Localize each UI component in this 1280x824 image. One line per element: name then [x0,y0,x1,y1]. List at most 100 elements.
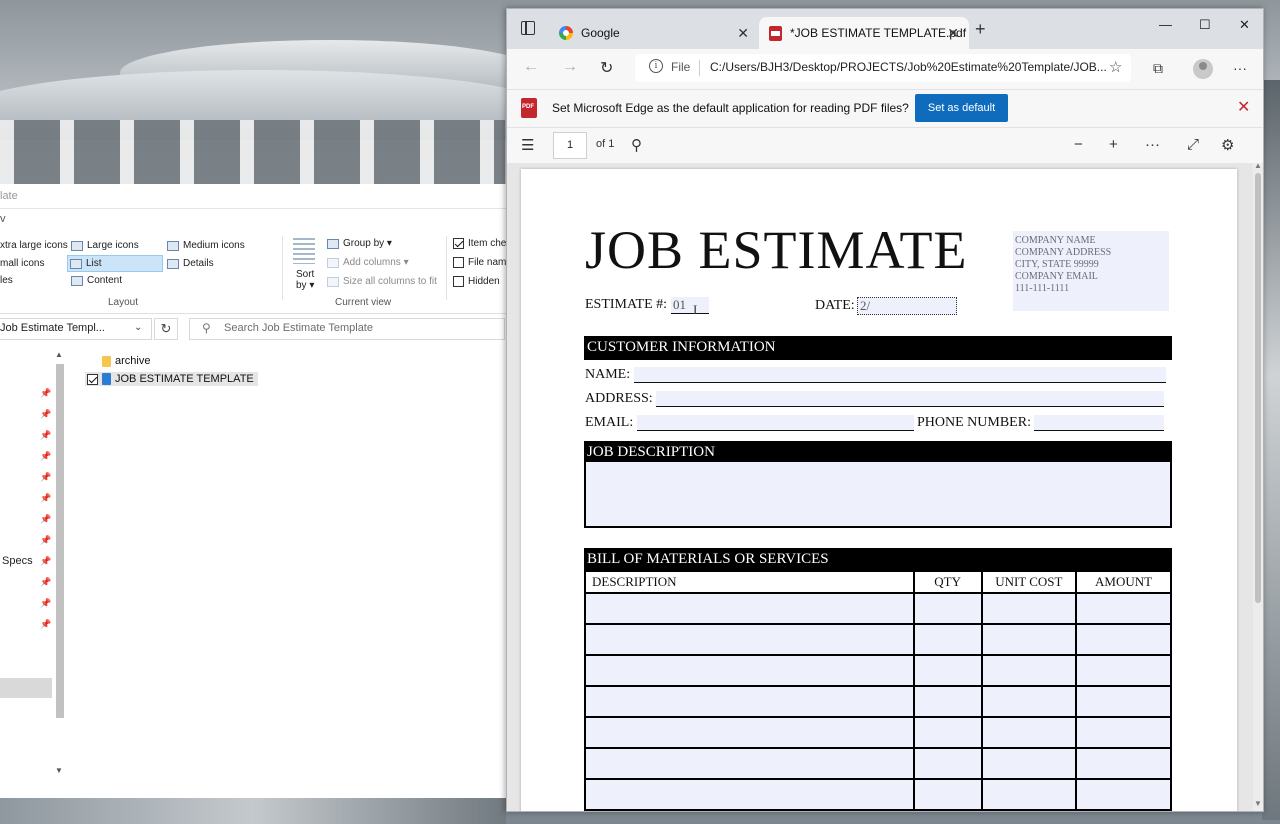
hidden-items-toggle[interactable]: Hidden [453,276,500,287]
item-checkboxes-toggle[interactable]: Item che [453,238,506,249]
scroll-down-icon[interactable]: ▼ [55,766,63,775]
layout-medium-icons[interactable]: Medium icons [167,240,245,251]
layout-extra-large-icons[interactable]: xtra large icons [0,240,68,251]
tab-google[interactable]: Google ✕ [547,17,759,49]
page-number-input[interactable]: 1 [553,132,587,159]
pin-icon[interactable]: 📌 [40,472,51,483]
amount-cell[interactable] [1075,592,1172,625]
maximize-icon[interactable]: ☐ [1199,17,1211,33]
more-tools-icon[interactable]: ··· [1145,136,1160,153]
estimate-number-field[interactable]: 01 [671,297,709,314]
zoom-out-icon[interactable]: − [1074,136,1083,153]
add-columns-button[interactable]: Add columns ▾ [327,257,409,268]
description-cell[interactable] [584,685,915,718]
item-checkboxes-checkbox[interactable] [453,238,464,249]
unit-cost-cell[interactable] [980,778,1078,811]
unit-cost-cell[interactable] [980,716,1078,749]
description-cell[interactable] [584,592,915,625]
pin-icon[interactable]: 📌 [40,514,51,525]
sort-by-label[interactable]: by ▾ [296,280,314,291]
description-cell[interactable] [584,623,915,656]
pdf-scrollbar-thumb[interactable] [1255,173,1261,603]
refresh-icon[interactable]: ↻ [600,58,613,78]
unit-cost-cell[interactable] [980,685,1078,718]
scroll-up-icon[interactable]: ▲ [1254,163,1262,170]
chevron-down-icon[interactable]: ⌄ [134,322,142,333]
close-window-icon[interactable]: ✕ [1239,17,1250,33]
pin-icon[interactable]: 📌 [40,619,51,630]
back-icon[interactable]: ← [523,58,539,76]
group-by-button[interactable]: Group by ▾ [327,238,392,249]
address-field[interactable] [656,391,1164,407]
company-info-field[interactable]: COMPANY NAME COMPANY ADDRESS CITY, STATE… [1013,231,1169,311]
size-columns-button[interactable]: Size all columns to fit [327,276,437,287]
description-cell[interactable] [584,654,915,687]
search-input[interactable]: ⚲ Search Job Estimate Template [189,318,505,340]
qty-cell[interactable] [912,654,983,687]
info-icon[interactable]: i [649,59,663,73]
pin-icon[interactable]: 📌 [40,451,51,462]
url-input[interactable]: i File C:/Users/BJH3/Desktop/PROJECTS/Jo… [635,54,1131,82]
tab-actions-icon[interactable] [521,21,535,35]
pin-icon[interactable]: 📌 [40,409,51,420]
sort-label[interactable]: Sort [296,269,314,280]
profile-avatar[interactable] [1193,59,1213,79]
amount-cell[interactable] [1075,747,1172,780]
file-name-extensions-toggle[interactable]: File nam [453,257,506,268]
qty-cell[interactable] [912,809,983,811]
pin-icon[interactable]: 📌 [40,577,51,588]
qty-cell[interactable] [912,778,983,811]
pin-icon[interactable]: 📌 [40,430,51,441]
more-options-icon[interactable]: ··· [1233,60,1247,76]
sort-icon[interactable] [293,238,315,264]
file-name-extensions-checkbox[interactable] [453,257,464,268]
minimize-icon[interactable]: — [1159,17,1172,32]
contents-list-icon[interactable]: ☰ [521,136,534,154]
job-description-field[interactable] [584,462,1172,528]
layout-list[interactable]: List [67,255,163,272]
layout-large-icons[interactable]: Large icons [71,240,139,251]
amount-cell[interactable] [1075,685,1172,718]
name-field[interactable] [634,367,1166,383]
layout-details[interactable]: Details [167,258,214,269]
amount-cell[interactable] [1075,716,1172,749]
qty-cell[interactable] [912,623,983,656]
scroll-down-icon[interactable]: ▼ [1254,799,1262,808]
layout-content[interactable]: Content [71,275,122,286]
pin-icon[interactable]: 📌 [40,556,51,567]
nav-scrollbar-thumb[interactable] [56,364,64,718]
amount-cell[interactable] [1075,809,1172,811]
close-infobar-icon[interactable]: ✕ [1237,97,1250,117]
ribbon-tab-view[interactable]: v [0,213,6,225]
qty-cell[interactable] [912,685,983,718]
unit-cost-cell[interactable] [980,623,1078,656]
pin-icon[interactable]: 📌 [40,535,51,546]
amount-cell[interactable] [1075,778,1172,811]
file-select-checkbox[interactable] [87,373,98,385]
favorite-star-icon[interactable]: ☆ [1109,58,1122,76]
zoom-in-icon[interactable]: + [1109,136,1118,153]
scroll-up-icon[interactable]: ▲ [55,350,63,359]
pdf-vertical-scrollbar[interactable]: ▲ ▼ [1253,163,1263,811]
description-cell[interactable] [584,809,915,811]
forward-icon[interactable]: → [562,58,578,76]
unit-cost-cell[interactable] [980,654,1078,687]
description-cell[interactable] [584,747,915,780]
email-field[interactable] [637,415,914,431]
nav-item-specs[interactable]: Specs [2,555,33,567]
layout-tiles[interactable]: les [0,275,13,286]
phone-number-field[interactable] [1034,415,1164,431]
unit-cost-cell[interactable] [980,747,1078,780]
amount-cell[interactable] [1075,623,1172,656]
qty-cell[interactable] [912,716,983,749]
description-cell[interactable] [584,778,915,811]
qty-cell[interactable] [912,592,983,625]
pin-icon[interactable]: 📌 [40,388,51,399]
close-tab-icon[interactable]: ✕ [947,25,959,42]
fit-page-icon[interactable]: ⤢ [1187,136,1199,153]
pin-icon[interactable]: 📌 [40,598,51,609]
tab-job-estimate-pdf[interactable]: *JOB ESTIMATE TEMPLATE.pdf ✕ [759,17,969,49]
refresh-icon[interactable]: ↻ [154,318,178,340]
pin-icon[interactable]: 📌 [40,493,51,504]
description-cell[interactable] [584,716,915,749]
